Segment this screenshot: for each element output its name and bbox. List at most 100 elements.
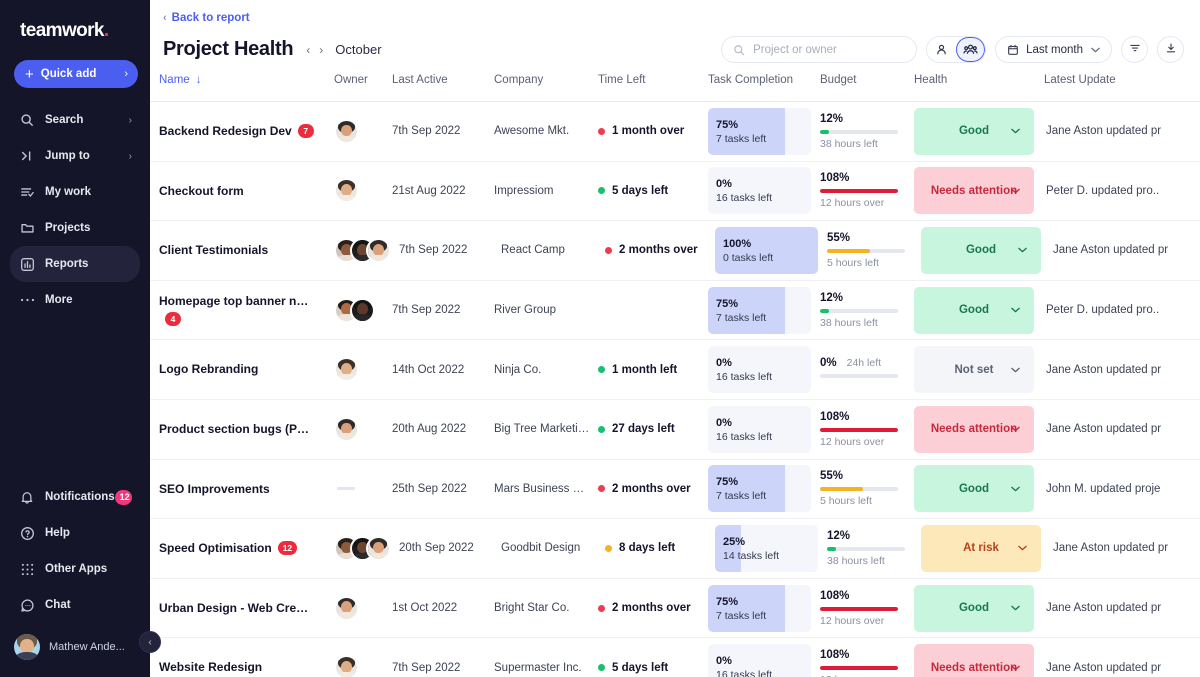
- owner-avatars[interactable]: [334, 357, 384, 382]
- tasks-left-label: 7 tasks left: [716, 132, 811, 146]
- owner-avatars[interactable]: [334, 178, 384, 203]
- prev-month-button[interactable]: ‹: [306, 43, 310, 57]
- health-status-badge[interactable]: Not set: [914, 346, 1034, 393]
- cell-health: Good: [910, 108, 1040, 155]
- owner-avatars[interactable]: [334, 655, 384, 677]
- sidebar-item-my-work[interactable]: My work: [10, 174, 140, 210]
- cell-project-name[interactable]: Urban Design - Web Creatives: [150, 599, 330, 617]
- person-view-toggle[interactable]: [927, 37, 956, 62]
- sidebar-item-help[interactable]: Help: [10, 515, 140, 551]
- cell-budget[interactable]: 55%5 hours left: [816, 470, 910, 507]
- owner-avatars[interactable]: [334, 238, 391, 263]
- owner-avatars[interactable]: [334, 298, 384, 323]
- owner-avatars[interactable]: [334, 596, 384, 621]
- sidebar-item-jump-to[interactable]: Jump to ›: [10, 138, 140, 174]
- table-row[interactable]: Product section bugs (Provided...20th Au…: [150, 400, 1200, 460]
- cell-project-name[interactable]: Homepage top banner new o...4: [150, 292, 330, 328]
- table-row[interactable]: Website Redesign7th Sep 2022Supermaster …: [150, 638, 1200, 677]
- health-status-badge[interactable]: Needs attention: [914, 406, 1034, 453]
- table-row[interactable]: Checkout form21st Aug 2022Impressiom5 da…: [150, 162, 1200, 222]
- owner-avatars[interactable]: [334, 417, 384, 442]
- table-row[interactable]: Urban Design - Web Creatives1st Oct 2022…: [150, 579, 1200, 639]
- sidebar-item-more[interactable]: More: [10, 282, 140, 318]
- brand-logo[interactable]: teamwork.: [0, 0, 150, 52]
- cell-project-name[interactable]: Website Redesign: [150, 659, 330, 677]
- health-status-badge[interactable]: At risk: [921, 525, 1041, 572]
- cell-project-name[interactable]: Client Testimonials: [150, 241, 330, 259]
- health-status-badge[interactable]: Needs attention: [914, 644, 1034, 677]
- cell-project-name[interactable]: Backend Redesign Dev7: [150, 122, 330, 140]
- column-header-latest-update[interactable]: Latest Update: [1040, 72, 1200, 86]
- cell-task-completion[interactable]: 75%7 tasks left: [704, 585, 816, 632]
- cell-owner: [330, 487, 388, 490]
- cell-budget[interactable]: 12%38 hours left: [816, 113, 910, 150]
- health-status-label: At risk: [963, 542, 999, 554]
- column-header-budget[interactable]: Budget: [816, 72, 910, 86]
- health-status-badge[interactable]: Good: [914, 465, 1034, 512]
- sidebar-item-projects[interactable]: Projects: [10, 210, 140, 246]
- chevron-right-icon: ›: [129, 115, 132, 126]
- health-status-badge[interactable]: Good: [914, 108, 1034, 155]
- group-view-toggle[interactable]: [956, 37, 985, 62]
- cell-budget[interactable]: 108%12 hours over: [816, 172, 910, 209]
- sidebar-item-reports[interactable]: Reports: [10, 246, 140, 282]
- cell-budget[interactable]: 12%38 hours left: [823, 530, 917, 567]
- quick-add-button[interactable]: + Quick add ›: [14, 60, 138, 88]
- table-row[interactable]: Client Testimonials7th Sep 2022React Cam…: [150, 221, 1200, 281]
- cell-budget[interactable]: 108%12 hours over: [816, 411, 910, 448]
- cell-task-completion[interactable]: 75%7 tasks left: [704, 108, 816, 155]
- cell-budget[interactable]: 55%5 hours left: [823, 232, 917, 269]
- column-header-name[interactable]: Name ↓: [150, 72, 330, 86]
- owner-avatars[interactable]: [334, 119, 384, 144]
- cell-task-completion[interactable]: 75%7 tasks left: [704, 465, 816, 512]
- budget-percent: 108%: [820, 172, 849, 184]
- cell-task-completion[interactable]: 0%16 tasks left: [704, 644, 816, 677]
- table-row[interactable]: Homepage top banner new o...47th Sep 202…: [150, 281, 1200, 341]
- table-row[interactable]: Speed Optimisation1220th Sep 2022Goodbit…: [150, 519, 1200, 579]
- column-header-time-left[interactable]: Time Left: [594, 72, 704, 86]
- health-status-badge[interactable]: Needs attention: [914, 167, 1034, 214]
- owner-avatars[interactable]: [334, 536, 391, 561]
- column-header-owner[interactable]: Owner: [330, 72, 388, 86]
- sidebar-item-search[interactable]: Search ›: [10, 102, 140, 138]
- cell-project-name[interactable]: Checkout form: [150, 182, 330, 200]
- budget-sub-label: 5 hours left: [827, 257, 913, 269]
- download-button[interactable]: [1157, 36, 1184, 63]
- cell-project-name[interactable]: Logo Rebranding: [150, 361, 330, 379]
- cell-task-completion[interactable]: 100%0 tasks left: [711, 227, 823, 274]
- search-input[interactable]: [753, 44, 905, 56]
- back-to-report-link[interactable]: ‹ Back to report: [150, 0, 250, 24]
- sidebar-item-notifications[interactable]: Notifications 12: [10, 479, 140, 515]
- sidebar-item-chat[interactable]: Chat: [10, 587, 140, 623]
- column-header-task-completion[interactable]: Task Completion: [704, 72, 816, 86]
- cell-task-completion[interactable]: 25%14 tasks left: [711, 525, 823, 572]
- table-row[interactable]: Logo Rebranding14th Oct 2022Ninja Co.1 m…: [150, 340, 1200, 400]
- health-status-badge[interactable]: Good: [914, 287, 1034, 334]
- chevron-down-icon: [1011, 484, 1020, 494]
- user-profile[interactable]: Mathew Ande...: [10, 627, 140, 667]
- cell-project-name[interactable]: Speed Optimisation12: [150, 539, 330, 557]
- cell-budget[interactable]: 0%24h left: [816, 357, 910, 382]
- health-status-badge[interactable]: Good: [914, 585, 1034, 632]
- next-month-button[interactable]: ›: [319, 43, 323, 57]
- cell-budget[interactable]: 108%12 hours over: [816, 649, 910, 677]
- filter-button[interactable]: [1121, 36, 1148, 63]
- column-header-last-active[interactable]: Last Active: [388, 72, 490, 86]
- cell-project-name[interactable]: Product section bugs (Provided...: [150, 420, 330, 438]
- cell-task-completion[interactable]: 75%7 tasks left: [704, 287, 816, 334]
- cell-budget[interactable]: 12%38 hours left: [816, 292, 910, 329]
- health-status-badge[interactable]: Good: [921, 227, 1041, 274]
- search-box[interactable]: [721, 36, 917, 63]
- table-row[interactable]: SEO Improvements25th Sep 2022Mars Busine…: [150, 460, 1200, 520]
- column-header-health[interactable]: Health: [910, 72, 1040, 86]
- cell-task-completion[interactable]: 0%16 tasks left: [704, 167, 816, 214]
- cell-task-completion[interactable]: 0%16 tasks left: [704, 346, 816, 393]
- column-header-company[interactable]: Company: [490, 72, 594, 86]
- date-range-picker[interactable]: Last month: [995, 36, 1112, 63]
- cell-budget[interactable]: 108%12 hours over: [816, 590, 910, 627]
- cell-project-name[interactable]: SEO Improvements: [150, 480, 330, 498]
- table-row[interactable]: Backend Redesign Dev77th Sep 2022Awesome…: [150, 102, 1200, 162]
- cell-task-completion[interactable]: 0%16 tasks left: [704, 406, 816, 453]
- sidebar-item-other-apps[interactable]: Other Apps: [10, 551, 140, 587]
- sidebar-collapse-button[interactable]: ‹: [139, 631, 161, 653]
